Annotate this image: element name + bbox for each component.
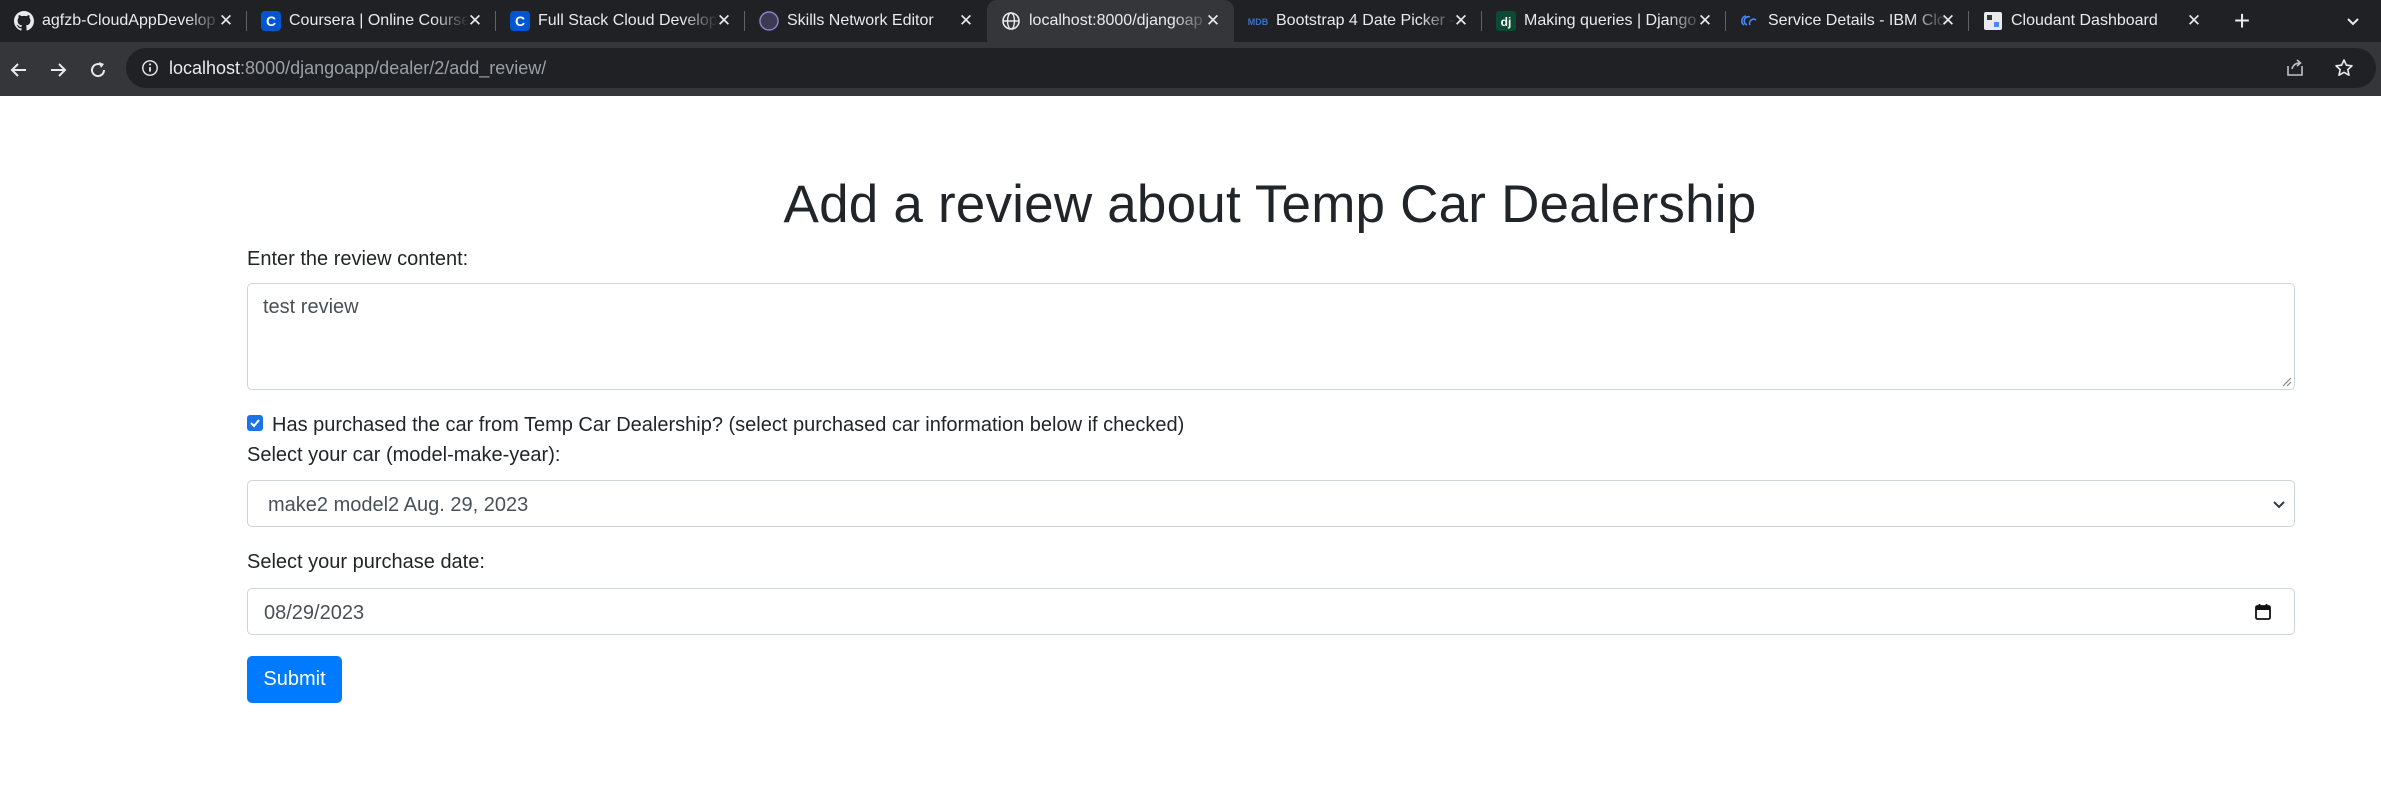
address-bar[interactable]: localhost:8000/djangoapp/dealer/2/add_re… — [126, 48, 2376, 88]
browser-toolbar: localhost:8000/djangoapp/dealer/2/add_re… — [0, 42, 2381, 96]
tab-title: agfzb-CloudAppDevelop — [42, 12, 216, 29]
purchase-checkbox-label: Has purchased the car from Temp Car Deal… — [272, 414, 1185, 436]
calendar-icon[interactable] — [2252, 601, 2274, 623]
tab-django-queries[interactable]: dj Making queries | Django ✕ — [1482, 0, 1726, 42]
tab-localhost-active[interactable]: localhost:8000/djangoap ✕ — [987, 0, 1234, 42]
django-icon: dj — [1496, 11, 1516, 31]
svg-text:dj: dj — [1501, 15, 1512, 29]
ibm-cloud-icon — [1740, 11, 1760, 31]
url-host: localhost — [169, 58, 241, 78]
purchase-date-label: Select your purchase date: — [247, 551, 485, 573]
chevron-down-icon — [2270, 495, 2288, 513]
tab-title: localhost:8000/djangoap — [1029, 12, 1203, 29]
submit-button[interactable]: Submit — [247, 656, 342, 703]
tab-title: Cloudant Dashboard — [2011, 12, 2158, 29]
tab-title: Service Details - IBM Clo — [1768, 12, 1946, 29]
tab-bootstrap-datepicker[interactable]: MDB Bootstrap 4 Date Picker - ✕ — [1234, 0, 1482, 42]
tab-github[interactable]: agfzb-CloudAppDevelop ✕ — [0, 0, 247, 42]
review-content-textarea[interactable]: test review — [247, 283, 2295, 390]
close-tab-icon[interactable]: ✕ — [713, 10, 735, 32]
browser-tab-strip: agfzb-CloudAppDevelop ✕ C Coursera | Onl… — [0, 0, 2381, 42]
car-select-value: make2 model2 Aug. 29, 2023 — [268, 494, 529, 516]
bookmark-star-icon[interactable] — [2332, 56, 2356, 80]
tab-ibm-cloud[interactable]: Service Details - IBM Clo ✕ — [1726, 0, 1969, 42]
close-tab-icon[interactable]: ✕ — [1937, 10, 1959, 32]
svg-text:C: C — [266, 13, 276, 29]
forward-arrow-icon[interactable] — [42, 54, 74, 86]
purchase-checkbox[interactable] — [247, 415, 263, 431]
tab-full-stack[interactable]: C Full Stack Cloud Develop ✕ — [496, 0, 745, 42]
site-info-icon[interactable] — [140, 58, 160, 78]
coursera-icon: C — [510, 11, 530, 31]
tab-cloudant[interactable]: Cloudant Dashboard ✕ — [1969, 0, 2215, 42]
url-text[interactable]: localhost:8000/djangoapp/dealer/2/add_re… — [169, 58, 546, 79]
svg-text:MDB: MDB — [1248, 17, 1268, 27]
car-select-label: Select your car (model-make-year): — [247, 444, 561, 466]
url-path: :8000/djangoapp/dealer/2/add_review/ — [240, 58, 547, 78]
tab-skills-network[interactable]: Skills Network Editor ✕ — [745, 0, 987, 42]
checkmark-icon — [250, 419, 260, 428]
new-tab-button[interactable]: + — [2225, 4, 2259, 38]
close-tab-icon[interactable]: ✕ — [1202, 10, 1224, 32]
close-tab-icon[interactable]: ✕ — [2183, 10, 2205, 32]
reload-icon[interactable] — [82, 54, 114, 86]
share-icon[interactable] — [2284, 57, 2306, 79]
review-content-label: Enter the review content: — [247, 248, 469, 270]
page-title: Add a review about Temp Car Dealership — [783, 175, 1757, 234]
tab-coursera[interactable]: C Coursera | Online Course ✕ — [247, 0, 496, 42]
github-icon — [14, 11, 34, 31]
close-tab-icon[interactable]: ✕ — [464, 10, 486, 32]
tab-title: Skills Network Editor — [787, 12, 934, 29]
purchase-date-input[interactable]: 08/29/2023 — [247, 588, 2295, 635]
purchase-date-value: 08/29/2023 — [264, 602, 365, 624]
skills-network-icon — [759, 11, 779, 31]
close-tab-icon[interactable]: ✕ — [955, 10, 977, 32]
cloudant-icon — [1983, 11, 2003, 31]
close-tab-icon[interactable]: ✕ — [1694, 10, 1716, 32]
tab-title: Bootstrap 4 Date Picker - — [1276, 12, 1455, 29]
tab-title: Making queries | Django — [1524, 12, 1697, 29]
mdb-icon: MDB — [1248, 11, 1268, 31]
globe-icon — [1001, 11, 1021, 31]
resize-grip-icon[interactable] — [2280, 375, 2292, 387]
tab-title: Coursera | Online Course — [289, 12, 469, 29]
coursera-icon: C — [261, 11, 281, 31]
close-tab-icon[interactable]: ✕ — [215, 10, 237, 32]
tab-search-chevron-icon[interactable] — [2340, 8, 2366, 34]
car-select[interactable]: make2 model2 Aug. 29, 2023 — [247, 480, 2295, 527]
close-tab-icon[interactable]: ✕ — [1450, 10, 1472, 32]
svg-text:C: C — [515, 13, 525, 29]
back-arrow-icon[interactable] — [3, 54, 35, 86]
tab-title: Full Stack Cloud Develop — [538, 12, 718, 29]
